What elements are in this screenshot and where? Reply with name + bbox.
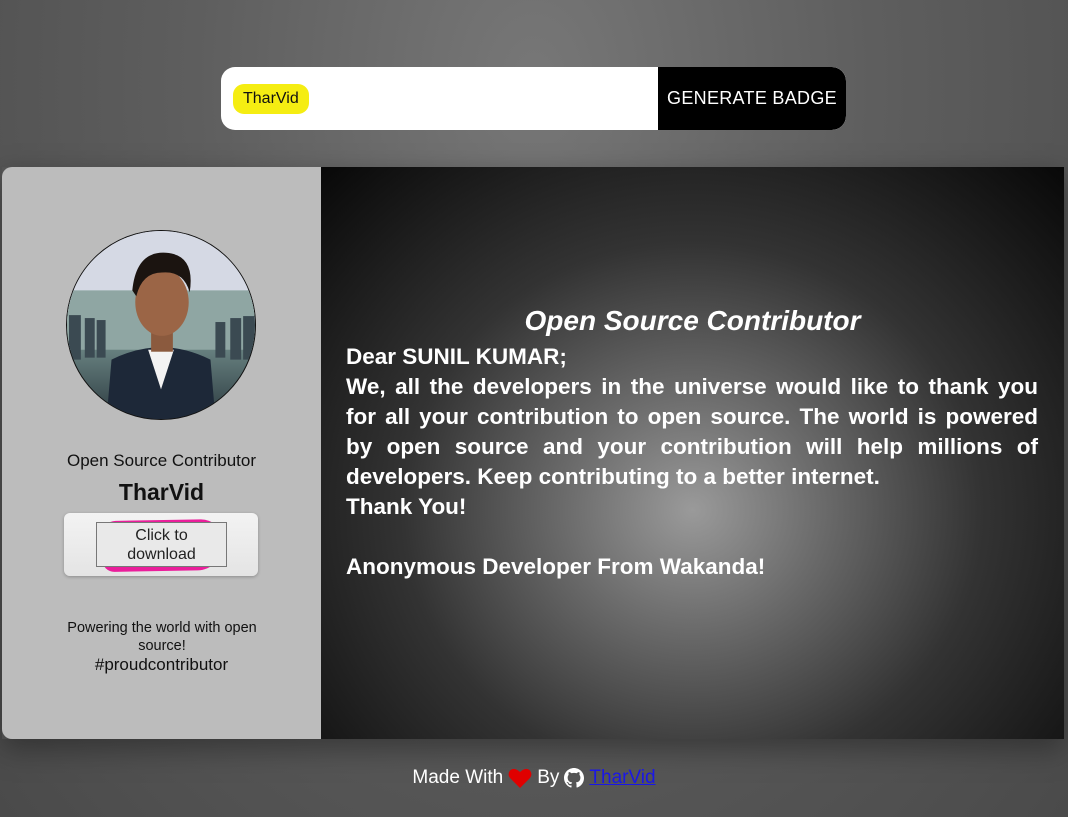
certificate-message: We, all the developers in the universe w…: [346, 374, 1038, 489]
certificate-title: Open Source Contributor: [524, 305, 861, 336]
download-label-line1: Click to: [135, 526, 188, 544]
badge-role: Open Source Contributor: [67, 451, 256, 470]
footer: Made With By TharVid: [0, 767, 1068, 789]
badge-hashtag: #proudcontributor: [94, 655, 229, 674]
download-button[interactable]: Click to download: [96, 522, 227, 567]
footer-made-with: Made With: [412, 767, 504, 788]
heart-icon: [508, 768, 532, 788]
username-input-value: TharVid: [235, 85, 307, 112]
certificate-signature: Anonymous Developer From Wakanda!: [346, 554, 766, 579]
badge-username: TharVid: [118, 479, 205, 505]
certificate-greeting: Dear SUNIL KUMAR;: [346, 344, 567, 369]
certificate-panel: Open Source Contributor Dear SUNIL KUMAR…: [321, 167, 1064, 739]
certificate-body: Dear SUNIL KUMAR; We, all the developers…: [346, 342, 1038, 582]
badge-profile-panel: Open Source Contributor TharVid Click to…: [2, 167, 321, 739]
badge-tagline: Powering the world with open source!: [67, 620, 257, 654]
footer-by: By: [537, 767, 560, 788]
github-icon: [564, 768, 585, 788]
contributor-badge: Open Source Contributor TharVid Click to…: [2, 167, 1064, 739]
certificate-thanks: Thank You!: [346, 494, 467, 519]
author-link[interactable]: TharVid: [589, 767, 655, 789]
badge-generator-form: TharVid GENERATE BADGE: [221, 67, 846, 130]
avatar-photo: [67, 231, 255, 419]
username-input[interactable]: TharVid: [221, 67, 658, 130]
download-label-line2: download: [127, 545, 196, 563]
avatar: [66, 230, 256, 420]
generate-badge-button[interactable]: GENERATE BADGE: [658, 67, 846, 130]
download-area: Click to download: [64, 513, 258, 576]
